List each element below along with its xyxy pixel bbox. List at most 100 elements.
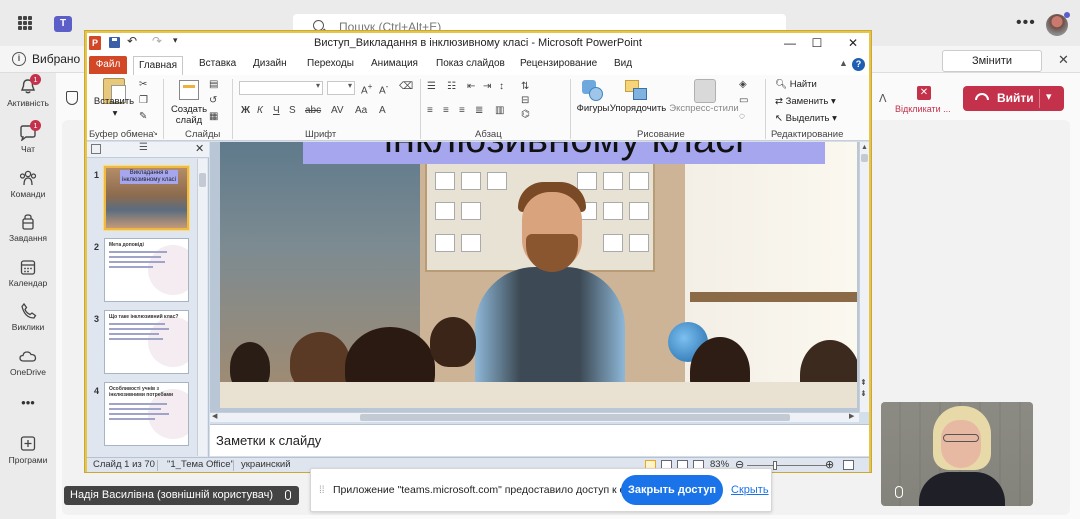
rail-item-calendar[interactable]: Календар: [0, 259, 56, 288]
tab-design[interactable]: Дизайн: [253, 58, 287, 69]
text-direction-icon[interactable]: ⇅: [521, 81, 529, 92]
smartart-icon[interactable]: ⌬: [521, 109, 530, 120]
reset-icon[interactable]: ↺: [209, 95, 217, 106]
change-settings-button[interactable]: Змінити параметри: [942, 50, 1042, 87]
tab-file[interactable]: Файл: [89, 56, 127, 74]
arrange-button[interactable]: Упорядочить: [608, 103, 668, 114]
prev-slide-icon[interactable]: ⇞: [860, 378, 867, 387]
slide-thumbnail[interactable]: 4 Особливості учнів з інклюзивними потре…: [87, 382, 197, 454]
section-icon[interactable]: ▦: [209, 111, 218, 122]
format-painter-icon[interactable]: ✎: [139, 111, 147, 122]
arrange-icon[interactable]: [625, 80, 649, 102]
thumbnails-scrollbar[interactable]: [197, 159, 207, 456]
columns-icon[interactable]: ▥: [495, 105, 504, 116]
next-slide-icon[interactable]: ⇟: [860, 389, 867, 398]
fit-to-window-icon[interactable]: [843, 460, 854, 470]
replace-button[interactable]: ⇄ Заменить ▾: [775, 96, 836, 107]
slide-image[interactable]: інклюзивному класі: [220, 142, 857, 408]
shape-outline-icon[interactable]: ▭: [739, 95, 748, 106]
layout-icon[interactable]: ▤: [209, 79, 218, 90]
shrink-font-icon[interactable]: A-: [379, 81, 388, 96]
slide-canvas[interactable]: інклюзивному класі ▲ ⇞ ⇟: [210, 142, 869, 412]
drag-handle-icon[interactable]: ⁞⁞: [319, 485, 325, 496]
chevron-down-icon[interactable]: ▾: [1046, 90, 1052, 103]
slide-thumbnail[interactable]: 2 Мета доповіді: [87, 238, 197, 310]
close-icon[interactable]: ✕: [1058, 52, 1069, 68]
tab-home[interactable]: Главная: [133, 56, 183, 75]
outline-tab-icon[interactable]: ☰: [139, 142, 148, 153]
collapse-ribbon-icon[interactable]: ▲: [839, 58, 848, 68]
paste-button[interactable]: Вставить: [93, 96, 135, 107]
align-text-icon[interactable]: ⊟: [521, 95, 529, 106]
notes-pane[interactable]: Заметки к слайду: [210, 424, 869, 456]
rail-item-onedrive[interactable]: OneDrive: [0, 348, 56, 377]
slide-horizontal-scrollbar[interactable]: ◀ ▶: [210, 412, 859, 422]
shield-icon[interactable]: [66, 91, 78, 105]
quick-styles-icon[interactable]: [694, 79, 716, 103]
chevron-up-icon[interactable]: ᐱ: [879, 92, 887, 105]
app-launcher-icon[interactable]: [18, 16, 32, 30]
italic-icon[interactable]: К: [257, 105, 263, 116]
cut-icon[interactable]: ✂: [139, 79, 147, 90]
shape-effects-icon[interactable]: ◌: [739, 111, 745, 122]
rail-item-calls[interactable]: Виклики: [0, 302, 56, 332]
rail-item-apps[interactable]: Програми: [0, 436, 56, 465]
slide-vertical-scrollbar[interactable]: ▲ ⇞ ⇟: [859, 142, 869, 412]
new-slide-icon[interactable]: [179, 80, 199, 100]
font-size-select[interactable]: [327, 81, 355, 95]
underline-icon[interactable]: Ч: [273, 105, 280, 116]
increase-indent-icon[interactable]: ⇥: [483, 81, 491, 92]
hide-link[interactable]: Скрыть: [731, 484, 769, 496]
strikethrough-icon[interactable]: abc: [305, 105, 321, 116]
leave-button[interactable]: Вийти ▾: [963, 86, 1064, 111]
tab-insert[interactable]: Вставка: [199, 58, 236, 69]
decrease-indent-icon[interactable]: ⇤: [467, 81, 475, 92]
stop-sharing-button[interactable]: Закрыть доступ: [621, 475, 723, 505]
maximize-button[interactable]: ☐: [802, 35, 832, 52]
find-button[interactable]: 🔍︎ Найти: [775, 79, 817, 90]
numbering-icon[interactable]: ☷: [447, 81, 456, 92]
grow-font-icon[interactable]: A+: [361, 81, 373, 96]
shadow-icon[interactable]: S: [289, 105, 296, 116]
tab-slideshow[interactable]: Показ слайдов: [436, 58, 505, 69]
slide-thumbnail[interactable]: 1 Викладання в інклюзивному класі: [87, 166, 197, 238]
language-indicator[interactable]: украинский: [241, 459, 291, 470]
shape-fill-icon[interactable]: ◈: [739, 79, 747, 90]
font-color-icon[interactable]: A: [379, 105, 386, 116]
clear-format-icon[interactable]: ⌫: [399, 81, 413, 92]
close-pane-icon[interactable]: ✕: [195, 142, 204, 155]
zoom-slider-handle[interactable]: [773, 461, 777, 470]
align-center-icon[interactable]: ≡: [443, 105, 449, 116]
rail-item-assignments[interactable]: Завдання: [0, 214, 56, 243]
dialog-launcher-icon[interactable]: ↘: [152, 129, 158, 137]
tab-view[interactable]: Вид: [614, 58, 632, 69]
more-options-button[interactable]: •••: [1016, 14, 1036, 32]
rail-item-activity[interactable]: 1 Активність: [0, 74, 56, 108]
tab-animations[interactable]: Анимация: [371, 58, 418, 69]
align-right-icon[interactable]: ≡: [459, 105, 465, 116]
help-icon[interactable]: ?: [852, 58, 865, 71]
font-family-select[interactable]: [239, 81, 323, 95]
align-left-icon[interactable]: ≡: [427, 105, 433, 116]
bullets-icon[interactable]: ☰: [427, 81, 436, 92]
spacing-icon[interactable]: AV: [331, 105, 344, 116]
copy-icon[interactable]: ❐: [139, 95, 148, 106]
tab-transitions[interactable]: Переходы: [307, 58, 354, 69]
quick-styles-button[interactable]: Экспресс-стили: [669, 103, 739, 114]
select-button[interactable]: ↖ Выделить ▾: [775, 113, 837, 124]
change-case-icon[interactable]: Aa: [355, 105, 367, 116]
shapes-icon[interactable]: [582, 80, 604, 102]
slide-title-box[interactable]: інклюзивному класі: [303, 142, 825, 164]
new-slide-button[interactable]: Создать слайд: [169, 104, 209, 126]
line-spacing-icon[interactable]: ↕: [499, 81, 504, 92]
slides-tab-icon[interactable]: [91, 144, 101, 154]
rail-item-teams[interactable]: Команди: [0, 170, 56, 199]
slide-thumbnail[interactable]: 3 Що таке інклюзивний клас?: [87, 310, 197, 382]
zoom-slider[interactable]: [747, 465, 827, 466]
justify-icon[interactable]: ≣: [475, 105, 483, 116]
zoom-in-icon[interactable]: ⊕: [825, 458, 834, 471]
bold-icon[interactable]: Ж: [241, 105, 250, 116]
tab-review[interactable]: Рецензирование: [520, 58, 597, 69]
paste-dropdown-icon[interactable]: ▾: [111, 108, 119, 119]
rail-item-chat[interactable]: 1 Чат: [0, 120, 56, 154]
